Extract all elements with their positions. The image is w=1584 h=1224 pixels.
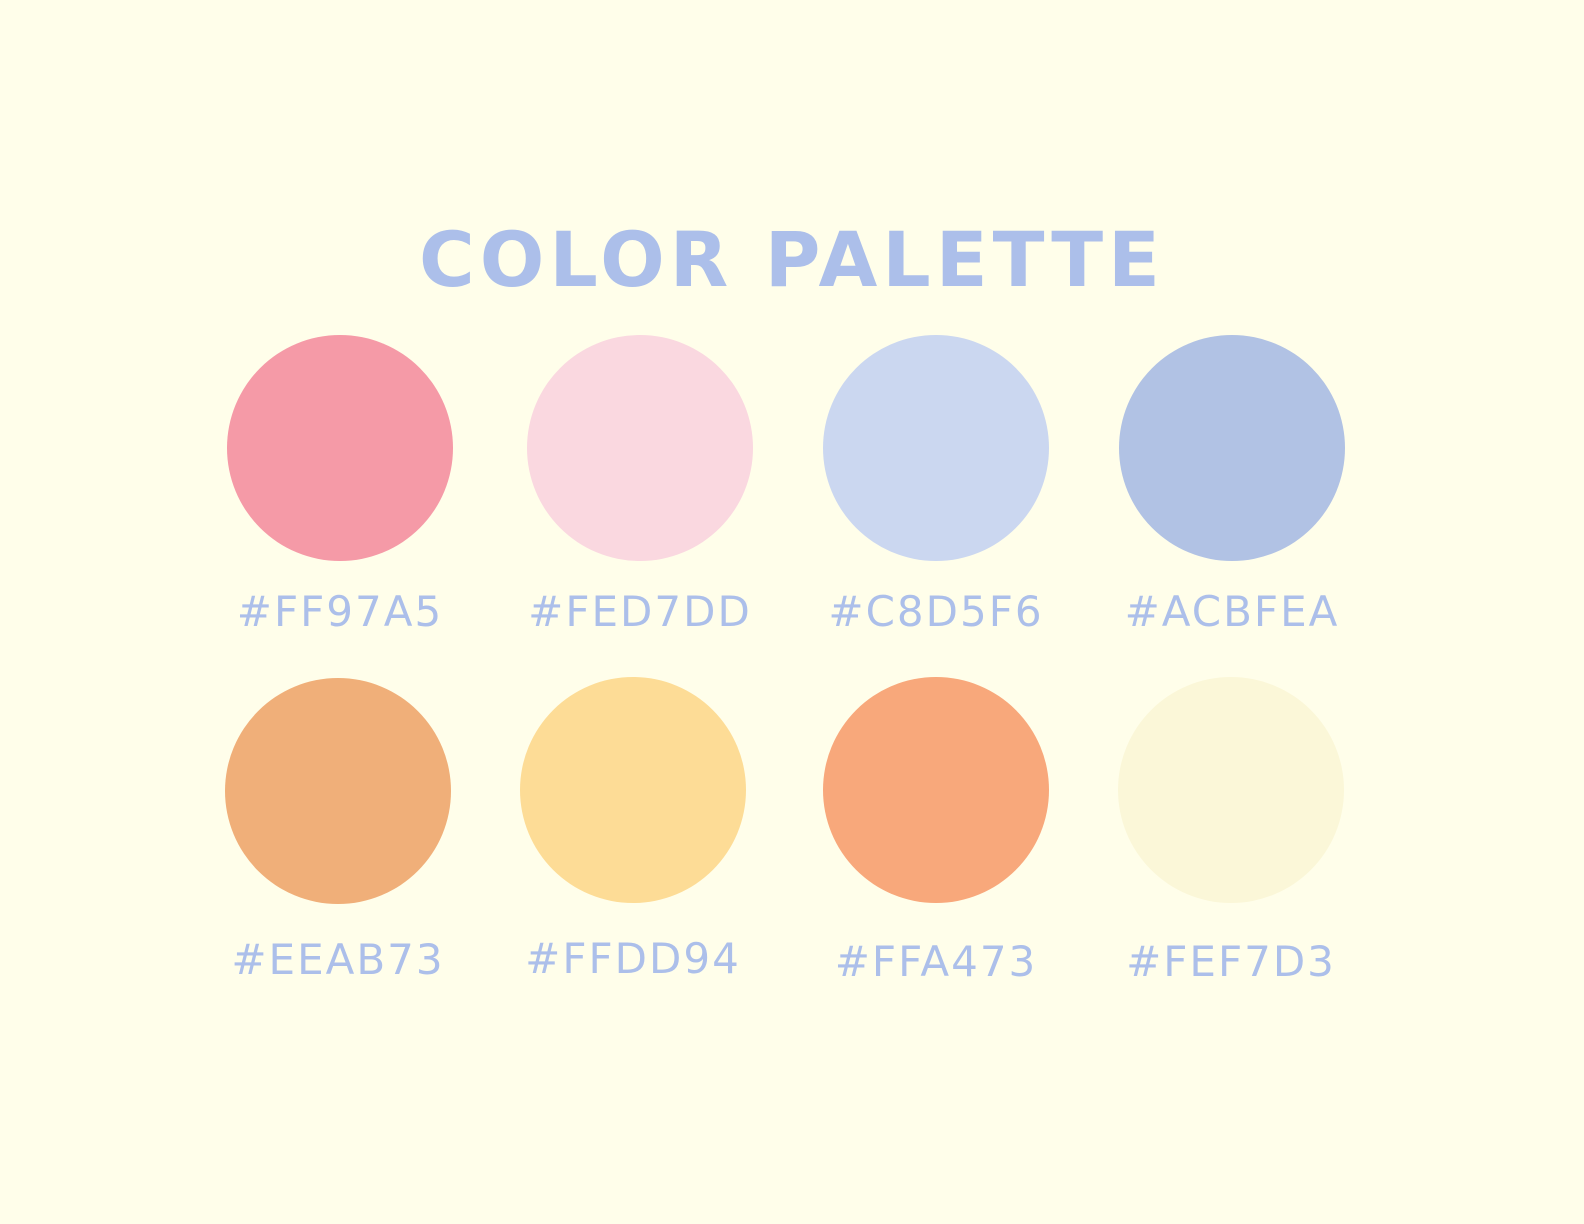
swatch-hex-label: #C8D5F6 (828, 587, 1044, 636)
swatch-1: #FF97A5 (190, 335, 490, 695)
swatch-hex-label: #FF97A5 (236, 587, 444, 636)
swatch-circle (227, 335, 453, 561)
swatch-hex-label: #FED7DD (528, 587, 752, 636)
swatch-circle (520, 677, 746, 903)
swatch-7: #FFA473 (786, 677, 1086, 1037)
swatch-4: #ACBFEA (1082, 335, 1382, 695)
swatch-5: #EEAB73 (188, 678, 488, 1038)
swatch-hex-label: #EEAB73 (231, 935, 445, 984)
swatch-6: #FFDD94 (483, 677, 783, 1037)
swatch-hex-label: #FEF7D3 (1126, 937, 1336, 986)
swatch-circle (823, 677, 1049, 903)
swatch-2: #FED7DD (490, 335, 790, 695)
swatch-hex-label: #FFA473 (834, 937, 1038, 986)
swatch-3: #C8D5F6 (786, 335, 1086, 695)
swatch-hex-label: #FFDD94 (525, 934, 741, 983)
page-title: COLOR PALETTE (419, 215, 1165, 304)
swatch-circle (225, 678, 451, 904)
swatch-circle (823, 335, 1049, 561)
swatch-circle (1119, 335, 1345, 561)
swatch-hex-label: #ACBFEA (1124, 587, 1340, 636)
swatch-circle (527, 335, 753, 561)
swatch-8: #FEF7D3 (1081, 677, 1381, 1037)
swatch-circle (1118, 677, 1344, 903)
